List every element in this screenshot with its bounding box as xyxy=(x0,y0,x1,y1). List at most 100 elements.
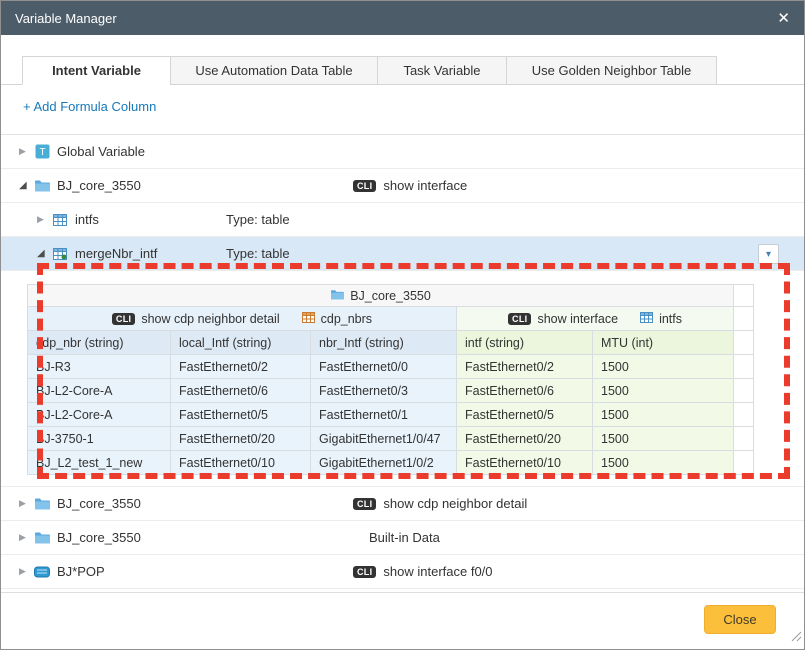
merge-table-icon xyxy=(52,248,68,260)
group-header-intf: CLI show interface intfs xyxy=(457,307,734,331)
table-row: BJ-L2-Core-A FastEthernet0/5 FastEtherne… xyxy=(28,403,754,427)
command-text: show interface xyxy=(383,178,467,193)
table-row: BJ-L2-Core-A FastEthernet0/6 FastEtherne… xyxy=(28,379,754,403)
table-cell: 1500 xyxy=(593,355,734,379)
svg-text:T: T xyxy=(39,147,45,158)
tab-use-automation-data-table[interactable]: Use Automation Data Table xyxy=(170,56,378,85)
row-dropdown-chevron[interactable]: ▾ xyxy=(758,244,779,264)
table-cell: FastEthernet0/10 xyxy=(171,451,311,475)
table-group-header-row: CLI show cdp neighbor detail cdp_nbrs CL… xyxy=(28,307,754,331)
column-header: intf (string) xyxy=(457,331,593,355)
cli-badge: CLI xyxy=(353,566,376,578)
table-cell: BJ-L2-Core-A xyxy=(28,379,171,403)
group-command: show cdp neighbor detail xyxy=(141,312,279,326)
table-cell: GigabitEthernet1/0/2 xyxy=(311,451,457,475)
folder-icon xyxy=(34,497,50,510)
chevron-expanded-icon[interactable]: ◢ xyxy=(19,180,34,191)
table-cell: FastEthernet0/20 xyxy=(171,427,311,451)
column-header: cdp_nbr (string) xyxy=(28,331,171,355)
table-cell: FastEthernet0/0 xyxy=(311,355,457,379)
table-cell: FastEthernet0/6 xyxy=(171,379,311,403)
tree-row-bj-pop[interactable]: ▶ BJ*POP CLI show interface f0/0 xyxy=(1,555,804,589)
device-icon xyxy=(34,566,50,578)
tree-item-detail: Built-in Data xyxy=(369,530,440,545)
tree-row-bj-core-3550-builtin[interactable]: ▶ BJ_core_3550 Built-in Data xyxy=(1,521,804,555)
tab-use-golden-neighbor-table[interactable]: Use Golden Neighbor Table xyxy=(506,56,717,85)
tab-task-variable[interactable]: Task Variable xyxy=(377,56,507,85)
chevron-right-icon[interactable]: ▶ xyxy=(19,566,34,577)
tree-row-bj-core-3550-show-cdp[interactable]: ▶ BJ_core_3550 CLI show cdp neighbor det… xyxy=(1,487,804,521)
table-cell: 1500 xyxy=(593,379,734,403)
tab-intent-variable[interactable]: Intent Variable xyxy=(22,56,171,85)
cli-badge: CLI xyxy=(353,498,376,510)
table-cell: FastEthernet0/10 xyxy=(457,451,593,475)
variable-manager-dialog: Variable Manager ✕ Intent Variable Use A… xyxy=(0,0,805,650)
table-row: BJ_L2_test_1_new FastEthernet0/10 Gigabi… xyxy=(28,451,754,475)
table-cell: FastEthernet0/2 xyxy=(171,355,311,379)
table-icon xyxy=(52,214,68,226)
merge-table-clip: BJ_core_3550 CLI show cdp neighbor detai… xyxy=(27,284,755,480)
table-extra-cell xyxy=(734,451,754,475)
table-cell: FastEthernet0/5 xyxy=(171,403,311,427)
tree-item-label: BJ_core_3550 xyxy=(57,178,141,193)
tree-row-intfs[interactable]: ▶ intfs Type: table xyxy=(1,203,804,237)
table-row: BJ-3750-1 FastEthernet0/20 GigabitEthern… xyxy=(28,427,754,451)
chevron-right-icon[interactable]: ▶ xyxy=(37,214,52,225)
table-extra-cell xyxy=(734,285,754,307)
dialog-titlebar: Variable Manager ✕ xyxy=(1,1,804,35)
global-variable-icon: T xyxy=(34,144,50,159)
close-button[interactable]: Close xyxy=(704,605,776,634)
tree-item-command: CLI show interface f0/0 xyxy=(353,564,493,579)
group-command: show interface xyxy=(537,312,618,326)
chevron-expanded-icon[interactable]: ◢ xyxy=(37,248,52,259)
chevron-right-icon[interactable]: ▶ xyxy=(19,532,34,543)
tree-item-label: intfs xyxy=(75,212,99,227)
table-extra-cell xyxy=(734,307,754,331)
table-cell: BJ-L2-Core-A xyxy=(28,403,171,427)
chevron-right-icon[interactable]: ▶ xyxy=(19,146,34,157)
tree-row-bj-core-3550-show-interface[interactable]: ◢ BJ_core_3550 CLI show interface xyxy=(1,169,804,203)
column-header: nbr_Intf (string) xyxy=(311,331,457,355)
tree-item-label: BJ*POP xyxy=(57,564,105,579)
table-row: BJ-R3 FastEthernet0/2 FastEthernet0/0 Fa… xyxy=(28,355,754,379)
tree-item-label: mergeNbr_intf xyxy=(75,246,157,261)
folder-icon xyxy=(34,179,50,192)
command-text: show cdp neighbor detail xyxy=(383,496,527,511)
table-cell: FastEthernet0/20 xyxy=(457,427,593,451)
table-column-header-row: cdp_nbr (string) local_Intf (string) nbr… xyxy=(28,331,754,355)
cli-badge: CLI xyxy=(112,313,135,325)
column-header: local_Intf (string) xyxy=(171,331,311,355)
tree-item-type: Type: table xyxy=(226,246,290,261)
group-table-name: cdp_nbrs xyxy=(321,312,372,326)
tree-item-command: CLI show interface xyxy=(353,178,467,193)
table-cell: FastEthernet0/2 xyxy=(457,355,593,379)
chevron-right-icon[interactable]: ▶ xyxy=(19,498,34,509)
table-cell: BJ-R3 xyxy=(28,355,171,379)
table-title-cell: BJ_core_3550 xyxy=(28,285,734,307)
close-icon[interactable]: ✕ xyxy=(777,11,790,26)
table-cell: 1500 xyxy=(593,427,734,451)
add-formula-column-link[interactable]: + Add Formula Column xyxy=(23,99,156,117)
resize-grip-icon[interactable] xyxy=(790,629,802,647)
merge-result-table: BJ_core_3550 CLI show cdp neighbor detai… xyxy=(27,284,754,475)
table-cell: BJ-3750-1 xyxy=(28,427,171,451)
table-extra-cell xyxy=(734,427,754,451)
table-cell: 1500 xyxy=(593,451,734,475)
table-cell: BJ_L2_test_1_new xyxy=(28,451,171,475)
table-cell: GigabitEthernet1/0/47 xyxy=(311,427,457,451)
group-table-name: intfs xyxy=(659,312,682,326)
cli-badge: CLI xyxy=(353,180,376,192)
tree-item-label: BJ_core_3550 xyxy=(57,530,141,545)
table-extra-cell xyxy=(734,403,754,427)
table-extra-cell xyxy=(734,355,754,379)
folder-icon xyxy=(330,289,344,303)
merge-table-block: BJ_core_3550 CLI show cdp neighbor detai… xyxy=(1,271,804,487)
table-title-row: BJ_core_3550 xyxy=(28,285,754,307)
tree-row-global-variable[interactable]: ▶ T Global Variable xyxy=(1,135,804,169)
tree-row-merge-nbr-intf[interactable]: ◢ mergeNbr_intf Type: table ▾ xyxy=(1,237,804,271)
table-icon xyxy=(302,312,315,326)
table-extra-cell xyxy=(734,379,754,403)
table-title-label: BJ_core_3550 xyxy=(350,289,431,303)
tree-item-label: Global Variable xyxy=(57,144,145,159)
command-text: show interface f0/0 xyxy=(383,564,492,579)
